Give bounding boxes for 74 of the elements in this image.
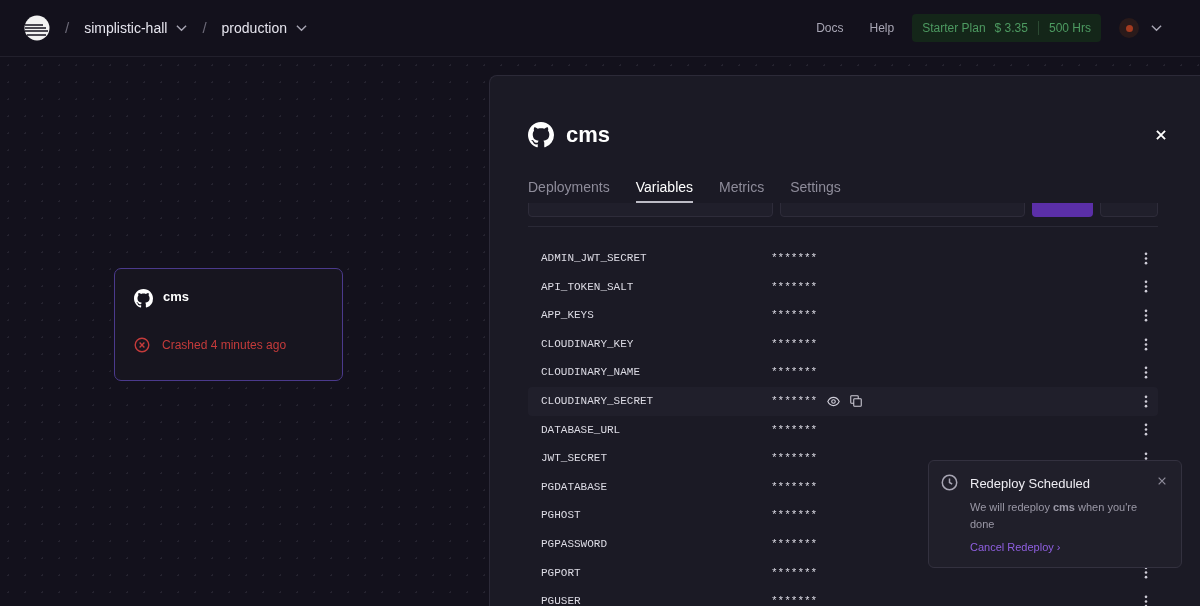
close-button[interactable] [1154, 127, 1168, 142]
nav-link[interactable]: Help [869, 19, 895, 37]
error-icon [134, 337, 150, 353]
variable-name: PGUSER [541, 594, 582, 606]
variable-row[interactable]: ADMIN_JWT_SECRET ******* [528, 244, 1158, 273]
more-icon[interactable] [1144, 337, 1148, 351]
more-icon[interactable] [1144, 366, 1148, 380]
service-card[interactable]: cms Crashed 4 minutes ago [114, 268, 343, 381]
panel-title: cms [566, 121, 611, 149]
variable-value: ******* [771, 422, 818, 438]
variable-row[interactable]: PGUSER ******* [528, 587, 1158, 606]
variable-name: APP_KEYS [541, 308, 595, 324]
variable-value: ******* [771, 394, 818, 409]
eye-icon[interactable] [827, 394, 841, 408]
more-icon[interactable] [1144, 594, 1148, 606]
more-icon[interactable] [1144, 394, 1148, 408]
breadcrumb-separator: / [65, 17, 70, 38]
tab[interactable]: Settings [790, 173, 841, 203]
nav-link[interactable]: Docs [816, 19, 844, 37]
plan-name: Starter Plan [922, 20, 986, 37]
clock-icon [941, 474, 958, 491]
more-icon[interactable] [1144, 251, 1148, 265]
variable-name: CLOUDINARY_KEY [541, 336, 635, 352]
chevron-down-icon [176, 24, 188, 32]
avatar[interactable] [1119, 18, 1139, 38]
breadcrumb-dropdown[interactable]: simplistic-hall [84, 17, 188, 39]
variable-name: PGPASSWORD [541, 537, 608, 552]
variable-name: CLOUDINARY_NAME [541, 365, 642, 381]
github-icon [134, 289, 153, 308]
cancel-redeploy-link[interactable]: Cancel Redeploy › [970, 538, 1167, 555]
chevron-down-icon [1151, 24, 1162, 32]
tab[interactable]: Deployments [528, 173, 610, 203]
variable-name: PGHOST [541, 508, 582, 524]
variable-name: CLOUDINARY_SECRET [541, 394, 655, 409]
variable-row[interactable]: CLOUDINARY_SECRET ******* [528, 386, 1158, 416]
plan-cost: $ 3.35 [994, 20, 1028, 37]
more-icon[interactable] [1144, 280, 1148, 294]
plan-hours: 500 Hrs [1048, 20, 1091, 37]
variable-value: ******* [771, 336, 818, 352]
more-icon[interactable] [1144, 423, 1148, 437]
variable-value: ******* [771, 451, 818, 467]
variable-value: ******* [771, 565, 818, 581]
plan-badge[interactable]: Starter Plan $ 3.35 500 Hrs [912, 14, 1101, 42]
logo-icon[interactable] [24, 15, 50, 41]
variable-row[interactable]: API_TOKEN_SALT ******* [528, 272, 1158, 302]
variable-value: ******* [771, 308, 818, 324]
variable-name: API_TOKEN_SALT [541, 279, 635, 295]
variable-value: ******* [771, 594, 818, 606]
chevron-down-icon [295, 24, 307, 32]
variable-row[interactable]: APP_KEYS ******* [528, 301, 1158, 330]
variable-name: PGPORT [541, 565, 582, 581]
variable-name: ADMIN_JWT_SECRET [541, 251, 648, 267]
breadcrumb-dropdown[interactable]: production [221, 17, 307, 39]
variable-value: ******* [771, 251, 818, 267]
variable-name: PGDATABASE [541, 479, 608, 495]
variable-value: ******* [771, 537, 818, 552]
variable-name: DATABASE_URL [541, 422, 622, 438]
copy-icon[interactable] [850, 395, 863, 408]
variable-value: ******* [771, 365, 818, 381]
variable-value: ******* [771, 279, 818, 295]
variable-row[interactable]: DATABASE_URL ******* [528, 415, 1158, 445]
variable-value: ******* [771, 508, 818, 524]
variable-value: ******* [771, 479, 818, 495]
breadcrumb-separator: / [202, 17, 207, 38]
toast-title: Redeploy Scheduled [970, 475, 1091, 493]
service-name: cms [163, 287, 190, 306]
status-text: Crashed 4 minutes ago [162, 337, 287, 354]
github-icon [528, 121, 554, 148]
variable-row[interactable]: CLOUDINARY_NAME ******* [528, 358, 1158, 387]
variable-name: JWT_SECRET [541, 451, 608, 467]
toast-message: We will redeploy cms when you're done [970, 499, 1138, 532]
variable-row[interactable]: CLOUDINARY_KEY ******* [528, 329, 1158, 359]
tab[interactable]: Metrics [719, 173, 765, 203]
more-icon[interactable] [1144, 309, 1148, 322]
